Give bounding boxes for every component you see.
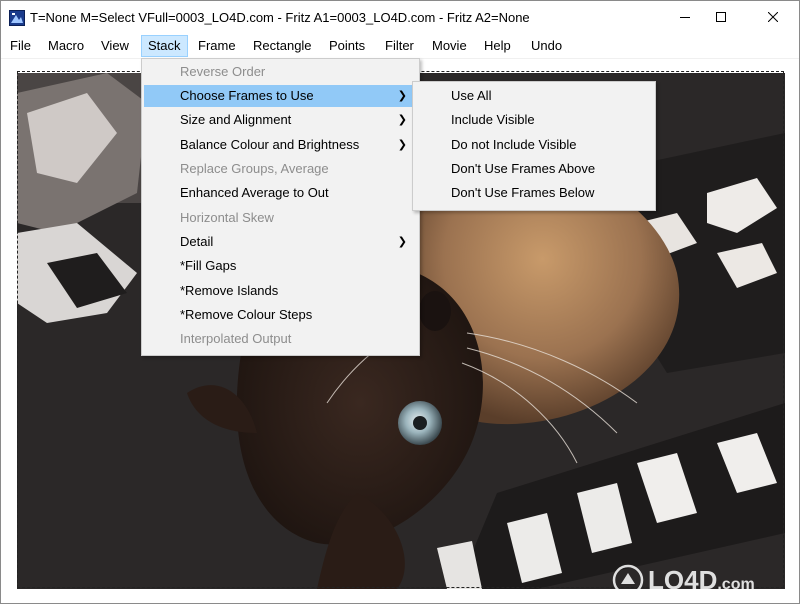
submenu-item-dont-use-above[interactable]: Don't Use Frames Above bbox=[415, 158, 653, 180]
menu-item-size-alignment[interactable]: Size and Alignment ❯ bbox=[144, 109, 416, 131]
minimize-icon bbox=[680, 17, 690, 18]
menu-stack[interactable]: Stack bbox=[141, 35, 188, 57]
menu-help[interactable]: Help bbox=[484, 36, 511, 56]
chevron-right-icon: ❯ bbox=[397, 236, 407, 248]
menu-item-remove-islands[interactable]: *Remove Islands bbox=[144, 280, 416, 302]
title-bar[interactable]: T=None M=Select VFull=0003_LO4D.com - Fr… bbox=[1, 1, 799, 33]
chevron-right-icon: ❯ bbox=[397, 139, 407, 151]
submenu-item-use-all[interactable]: Use All bbox=[415, 85, 653, 107]
menu-item-interpolated-output[interactable]: Interpolated Output bbox=[144, 328, 416, 350]
choose-frames-submenu: Use All Include Visible Do not Include V… bbox=[412, 81, 656, 211]
menu-bar: File Macro View Stack Frame Rectangle Po… bbox=[1, 34, 799, 59]
app-window: T=None M=Select VFull=0003_LO4D.com - Fr… bbox=[0, 0, 800, 604]
menu-item-reverse-order[interactable]: Reverse Order bbox=[144, 61, 416, 83]
lo4d-logo-icon bbox=[612, 564, 644, 596]
close-button[interactable] bbox=[750, 1, 796, 33]
watermark-text: LO4D bbox=[648, 564, 718, 595]
menu-points[interactable]: Points bbox=[329, 36, 365, 56]
menu-item-balance-colour[interactable]: Balance Colour and Brightness ❯ bbox=[144, 134, 416, 156]
menu-macro[interactable]: Macro bbox=[48, 36, 84, 56]
menu-file[interactable]: File bbox=[10, 36, 31, 56]
lo4d-watermark: LO4D.com bbox=[612, 564, 755, 596]
stack-menu: Reverse Order Choose Frames to Use ❯ Siz… bbox=[141, 58, 420, 356]
menu-item-replace-groups[interactable]: Replace Groups, Average bbox=[144, 158, 416, 180]
submenu-item-dont-use-below[interactable]: Don't Use Frames Below bbox=[415, 182, 653, 204]
maximize-icon bbox=[716, 12, 726, 22]
menu-rectangle[interactable]: Rectangle bbox=[253, 36, 312, 56]
submenu-item-do-not-include-visible[interactable]: Do not Include Visible bbox=[415, 134, 653, 156]
chevron-right-icon: ❯ bbox=[397, 114, 407, 126]
menu-item-detail[interactable]: Detail ❯ bbox=[144, 231, 416, 253]
app-icon[interactable] bbox=[9, 10, 25, 26]
menu-item-enhanced-average[interactable]: Enhanced Average to Out bbox=[144, 182, 416, 204]
menu-item-horizontal-skew[interactable]: Horizontal Skew bbox=[144, 207, 416, 229]
submenu-item-include-visible[interactable]: Include Visible bbox=[415, 109, 653, 131]
menu-movie[interactable]: Movie bbox=[432, 36, 467, 56]
close-icon bbox=[768, 12, 778, 22]
window-title: T=None M=Select VFull=0003_LO4D.com - Fr… bbox=[30, 10, 530, 25]
menu-item-fill-gaps[interactable]: *Fill Gaps bbox=[144, 255, 416, 277]
menu-undo[interactable]: Undo bbox=[531, 36, 562, 56]
chevron-right-icon: ❯ bbox=[397, 90, 407, 102]
watermark-suffix: .com bbox=[717, 575, 755, 593]
menu-filter[interactable]: Filter bbox=[385, 36, 414, 56]
menu-frame[interactable]: Frame bbox=[198, 36, 236, 56]
menu-view[interactable]: View bbox=[101, 36, 129, 56]
maximize-button[interactable] bbox=[698, 1, 744, 33]
menu-item-choose-frames[interactable]: Choose Frames to Use ❯ bbox=[144, 85, 416, 107]
menu-item-remove-colour-steps[interactable]: *Remove Colour Steps bbox=[144, 304, 416, 326]
